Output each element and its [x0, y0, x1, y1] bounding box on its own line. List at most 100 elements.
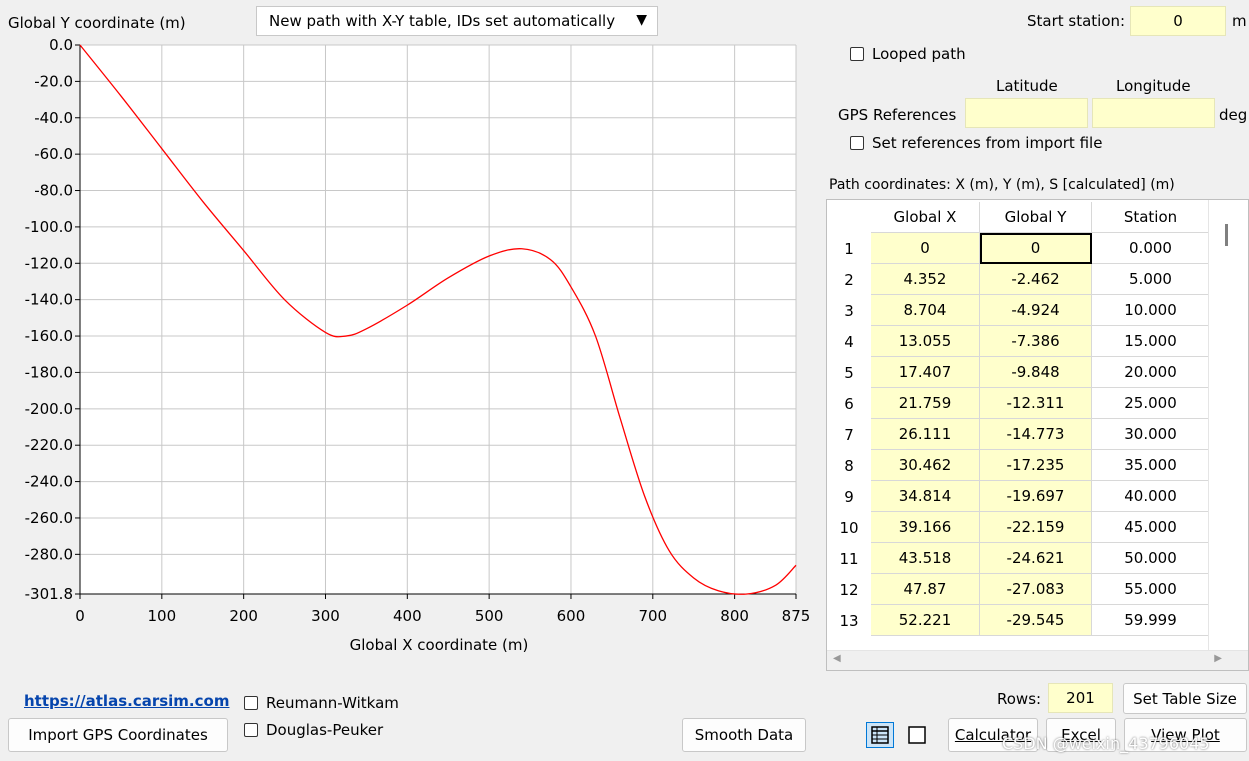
gps-references-label: GPS References	[838, 106, 957, 124]
row-number: 11	[839, 549, 859, 568]
cell-global-x[interactable]: 34.814	[871, 481, 980, 512]
table-row[interactable]: 10 39.166 -22.159 45.000	[827, 512, 1227, 543]
square-icon	[908, 726, 926, 744]
cell-global-y[interactable]: -12.311	[980, 388, 1092, 419]
table-view-toggle[interactable]	[866, 722, 894, 748]
cell-station: 15.000	[1092, 326, 1210, 357]
table-row[interactable]: 7 26.111 -14.773 30.000	[827, 419, 1227, 450]
x-tick-label: 400	[393, 607, 422, 625]
table-row[interactable]: 5 17.407 -9.848 20.000	[827, 357, 1227, 388]
cell-global-x[interactable]: 47.87	[871, 574, 980, 605]
looped-path-box[interactable]	[850, 47, 864, 61]
cell-global-y[interactable]: -24.621	[980, 543, 1092, 574]
cell-global-y[interactable]: -19.697	[980, 481, 1092, 512]
row-number: 3	[844, 301, 854, 320]
y-tick-label: -280.0	[25, 545, 73, 563]
table-caption: Path coordinates: X (m), Y (m), S [calcu…	[829, 177, 1175, 193]
cell-global-y[interactable]: -22.159	[980, 512, 1092, 543]
cell-global-y[interactable]: -2.462	[980, 264, 1092, 295]
row-number: 5	[844, 363, 854, 382]
x-tick-label: 875	[782, 607, 810, 625]
path-type-select[interactable]: New path with X-Y table, IDs set automat…	[256, 6, 658, 36]
douglas-peuker-label: Douglas-Peuker	[266, 721, 384, 739]
cell-global-y[interactable]: -7.386	[980, 326, 1092, 357]
row-number: 6	[844, 394, 854, 413]
table-row[interactable]: 11 43.518 -24.621 50.000	[827, 543, 1227, 574]
set-table-size-button[interactable]: Set Table Size	[1123, 683, 1247, 714]
table-scroll-thumb[interactable]	[1225, 224, 1228, 246]
rows-field[interactable]: 201	[1048, 683, 1113, 713]
cell-station: 25.000	[1092, 388, 1210, 419]
table-row[interactable]: 2 4.352 -2.462 5.000	[827, 264, 1227, 295]
import-gps-button[interactable]: Import GPS Coordinates	[8, 718, 228, 752]
cell-station: 59.999	[1092, 605, 1210, 636]
table-row[interactable]: 12 47.87 -27.083 55.000	[827, 574, 1227, 605]
cell-global-x[interactable]: 0	[871, 233, 980, 264]
table-row[interactable]: 4 13.055 -7.386 15.000	[827, 326, 1227, 357]
start-station-field[interactable]: 0	[1130, 6, 1226, 36]
cell-global-x[interactable]: 39.166	[871, 512, 980, 543]
cell-global-x[interactable]: 21.759	[871, 388, 980, 419]
cell-global-x[interactable]: 4.352	[871, 264, 980, 295]
path-type-select-value: New path with X-Y table, IDs set automat…	[269, 12, 616, 30]
douglas-peuker-box[interactable]	[244, 723, 258, 737]
x-tick-label: 600	[557, 607, 586, 625]
plot-grid	[80, 44, 797, 594]
cell-station: 30.000	[1092, 419, 1210, 450]
gps-unit: deg	[1219, 106, 1248, 124]
table-row[interactable]: 1 0 0 0.000	[827, 233, 1227, 264]
cell-global-x[interactable]: 52.221	[871, 605, 980, 636]
reumann-witkam-checkbox[interactable]: Reumann-Witkam	[244, 694, 399, 712]
table-row[interactable]: 3 8.704 -4.924 10.000	[827, 295, 1227, 326]
y-tick-label: -200.0	[25, 400, 73, 418]
cell-global-x[interactable]: 30.462	[871, 450, 980, 481]
table-row[interactable]: 9 34.814 -19.697 40.000	[827, 481, 1227, 512]
path-coordinates-table[interactable]: Global X Global Y Station 1 0 0 0.000 2 4.352…	[826, 199, 1249, 671]
table-row[interactable]: 6 21.759 -12.311 25.000	[827, 388, 1227, 419]
plain-view-toggle[interactable]	[904, 722, 930, 748]
gps-latitude-header: Latitude	[996, 77, 1058, 95]
cell-global-x[interactable]: 26.111	[871, 419, 980, 450]
plot-area	[80, 45, 796, 594]
x-tick-label: 100	[148, 607, 177, 625]
y-tick-label: -180.0	[25, 363, 73, 381]
column-header-station[interactable]: Station	[1092, 202, 1210, 233]
row-number: 10	[839, 518, 859, 537]
column-header-global-y[interactable]: Global Y	[980, 202, 1092, 233]
x-tick-label: 300	[311, 607, 340, 625]
reumann-witkam-box[interactable]	[244, 696, 258, 710]
douglas-peuker-checkbox[interactable]: Douglas-Peuker	[244, 721, 383, 739]
looped-path-checkbox[interactable]: Looped path	[850, 45, 966, 63]
path-plot[interactable]: 0 100 200 300 400 500 600 700 800 875 0.0 -20.0 -40.…	[0, 36, 810, 666]
table-row[interactable]: 13 52.221 -29.545 59.999	[827, 605, 1227, 636]
table-vertical-scrollbar[interactable]	[1208, 200, 1248, 652]
set-refs-box[interactable]	[850, 136, 864, 150]
row-number: 8	[844, 456, 854, 475]
cell-global-y[interactable]: -14.773	[980, 419, 1092, 450]
scroll-right-arrow-icon[interactable]: ▶	[1214, 653, 1222, 664]
smooth-data-button[interactable]: Smooth Data	[682, 718, 806, 752]
cell-global-x[interactable]: 17.407	[871, 357, 980, 388]
table-horizontal-scrollbar[interactable]: ◀ ▶	[827, 650, 1248, 670]
x-axis-title: Global X coordinate (m)	[350, 636, 529, 654]
watermark: CSDN @weixin_43796045	[1002, 734, 1210, 753]
cell-global-x[interactable]: 8.704	[871, 295, 980, 326]
atlas-link[interactable]: https://atlas.carsim.com	[24, 692, 229, 710]
cell-global-y[interactable]: -4.924	[980, 295, 1092, 326]
set-refs-checkbox[interactable]: Set references from import file	[850, 134, 1102, 152]
cell-global-y[interactable]: 0	[980, 233, 1092, 264]
scroll-left-arrow-icon[interactable]: ◀	[833, 653, 841, 664]
y-tick-label: -80.0	[34, 182, 73, 200]
cell-global-y[interactable]: -29.545	[980, 605, 1092, 636]
gps-longitude-header: Longitude	[1116, 77, 1191, 95]
cell-global-x[interactable]: 43.518	[871, 543, 980, 574]
cell-global-x[interactable]: 13.055	[871, 326, 980, 357]
cell-station: 5.000	[1092, 264, 1210, 295]
gps-latitude-field[interactable]	[965, 98, 1088, 128]
gps-longitude-field[interactable]	[1092, 98, 1215, 128]
cell-global-y[interactable]: -27.083	[980, 574, 1092, 605]
table-row[interactable]: 8 30.462 -17.235 35.000	[827, 450, 1227, 481]
column-header-global-x[interactable]: Global X	[871, 202, 980, 233]
cell-global-y[interactable]: -9.848	[980, 357, 1092, 388]
cell-global-y[interactable]: -17.235	[980, 450, 1092, 481]
